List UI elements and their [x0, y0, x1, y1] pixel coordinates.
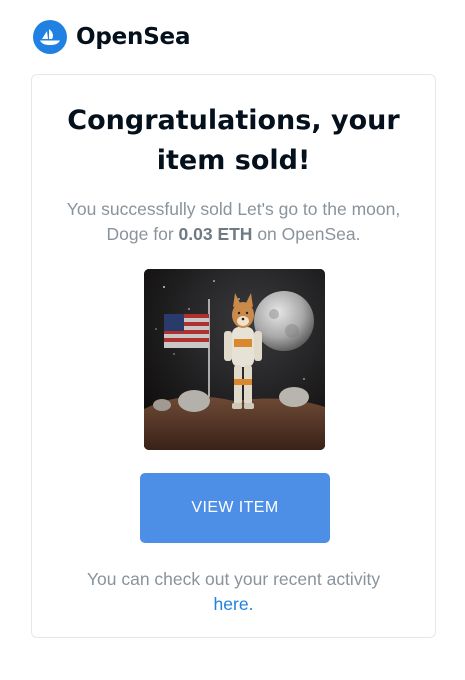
footer-text: You can check out your recent activity	[86, 569, 381, 589]
view-item-button[interactable]: VIEW ITEM	[140, 473, 330, 543]
recent-activity-message: You can check out your recent activity h…	[52, 567, 415, 617]
header: OpenSea	[33, 20, 190, 54]
opensea-logo-icon[interactable]	[33, 20, 67, 54]
message-suffix: on OpenSea.	[252, 224, 361, 244]
sale-notification-card: Congratulations, your item sold! You suc…	[31, 74, 436, 638]
sale-price: 0.03 ETH	[178, 224, 253, 244]
recent-activity-link[interactable]: here.	[214, 594, 254, 614]
brand-name[interactable]: OpenSea	[76, 24, 190, 50]
nft-image[interactable]	[144, 269, 325, 450]
sale-message: You successfully sold Let's go to the mo…	[56, 197, 411, 247]
page-title: Congratulations, your item sold!	[67, 105, 400, 176]
